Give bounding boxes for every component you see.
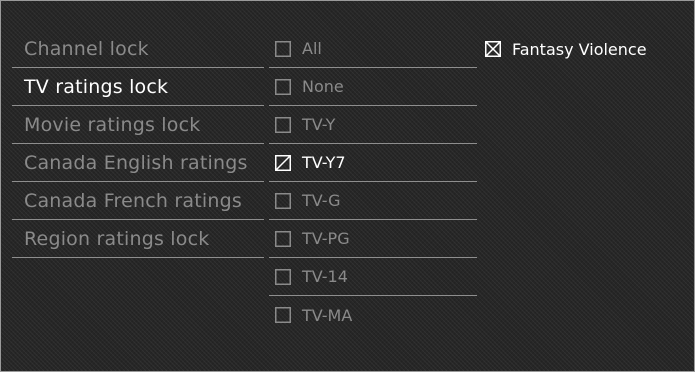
checkbox-empty-icon [275, 268, 291, 285]
menu-item-label: Canada French ratings [24, 189, 242, 212]
checkbox-empty-icon [275, 192, 291, 209]
menu-item-canada-english-ratings[interactable]: Canada English ratings [12, 144, 264, 182]
menu-item-region-ratings-lock[interactable]: Region ratings lock [12, 220, 264, 258]
checkbox-empty-icon [275, 40, 291, 57]
content-label: Fantasy Violence [512, 39, 647, 59]
menu-item-label: TV ratings lock [24, 75, 169, 98]
rating-label: TV-PG [302, 229, 350, 248]
rating-item-all[interactable]: All [269, 30, 477, 68]
checkbox-cross-icon [485, 41, 501, 57]
rating-item-tv-y7[interactable]: TV-Y7 [269, 144, 477, 182]
menu-item-tv-ratings-lock[interactable]: TV ratings lock [12, 68, 264, 106]
rating-item-none[interactable]: None [269, 68, 477, 106]
content-descriptor-list: Fantasy Violence [481, 30, 686, 68]
menu-item-label: Canada English ratings [24, 151, 248, 174]
checkbox-empty-icon [275, 307, 291, 323]
rating-label: TV-MA [302, 305, 353, 325]
rating-label: TV-G [302, 191, 341, 210]
checkbox-empty-icon [275, 78, 291, 95]
rating-label: TV-14 [302, 267, 348, 286]
menu-item-channel-lock[interactable]: Channel lock [12, 30, 264, 68]
checkbox-slash-icon [275, 154, 291, 171]
rating-label: TV-Y7 [302, 153, 346, 172]
rating-item-tv-14[interactable]: TV-14 [269, 258, 477, 296]
menu-item-label: Channel lock [24, 37, 149, 60]
menu-item-label: Movie ratings lock [24, 113, 201, 136]
checkbox-empty-icon [275, 116, 291, 133]
rating-item-tv-y[interactable]: TV-Y [269, 106, 477, 144]
lock-menu: Channel lock TV ratings lock Movie ratin… [12, 30, 264, 258]
ratings-list: All None TV-Y TV-Y7 TV-G TV-PG TV-14 TV-… [269, 30, 477, 334]
menu-item-movie-ratings-lock[interactable]: Movie ratings lock [12, 106, 264, 144]
rating-label: TV-Y [302, 115, 336, 134]
rating-item-tv-g[interactable]: TV-G [269, 182, 477, 220]
rating-label: All [302, 39, 322, 58]
menu-item-label: Region ratings lock [24, 227, 210, 250]
rating-label: None [302, 77, 344, 96]
content-item-fantasy-violence[interactable]: Fantasy Violence [481, 30, 686, 68]
checkbox-empty-icon [275, 230, 291, 247]
menu-item-canada-french-ratings[interactable]: Canada French ratings [12, 182, 264, 220]
rating-item-tv-pg[interactable]: TV-PG [269, 220, 477, 258]
rating-item-tv-ma[interactable]: TV-MA [269, 296, 477, 334]
tv-ratings-lock-screen: Channel lock TV ratings lock Movie ratin… [0, 0, 695, 372]
